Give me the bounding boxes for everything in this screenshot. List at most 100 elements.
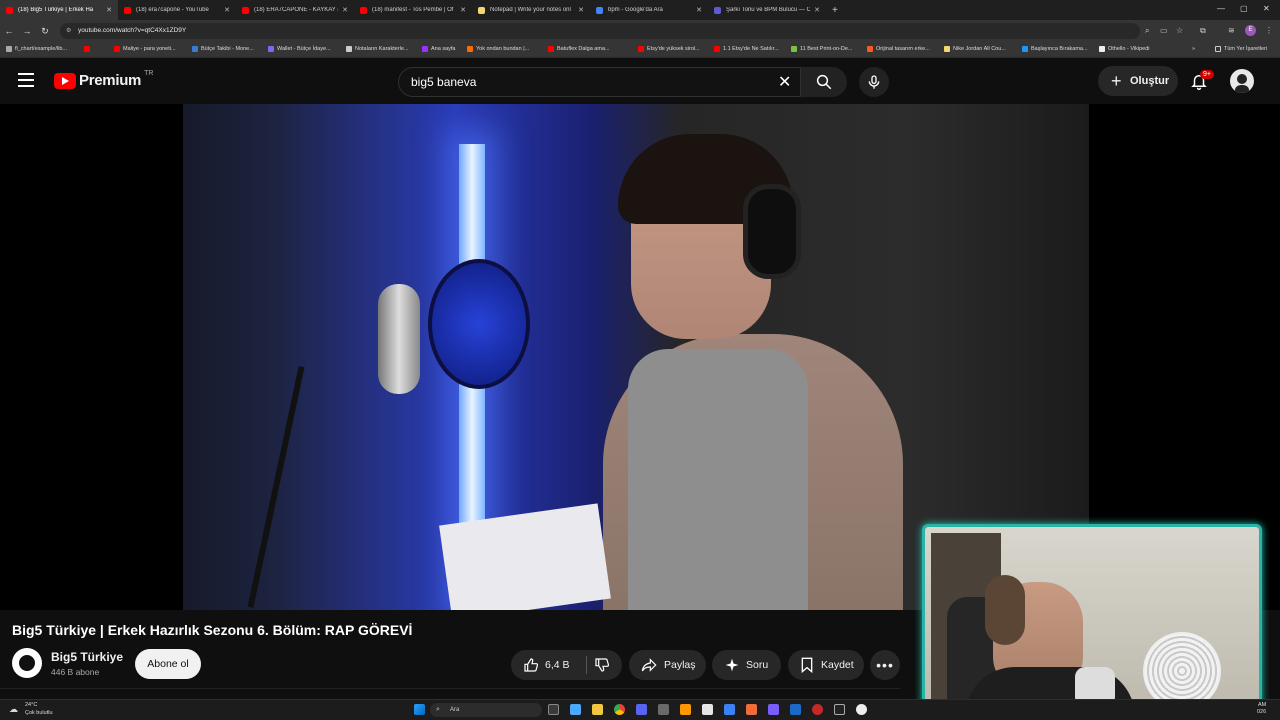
forward-icon[interactable]: →	[18, 26, 36, 36]
maximize-button[interactable]: ▢	[1240, 4, 1248, 13]
voice-search-button[interactable]	[859, 67, 889, 97]
address-bar-row: ← → ↻ ⚙ youtube.com/watch?v=qtC4Xx1ZD9Y …	[0, 20, 1280, 42]
zoom-icon[interactable]: ⌕	[1145, 26, 1149, 36]
bookmark-favicon-icon	[268, 46, 274, 52]
weather-temperature[interactable]: 24°C	[25, 702, 37, 708]
bookmark-item[interactable]: Bütçe Takibi - Mone...	[192, 46, 254, 52]
discord-icon[interactable]	[636, 704, 647, 715]
tab-close-icon[interactable]: ✕	[224, 6, 230, 14]
bookmark-item[interactable]: Orijinal tasarım erke...	[867, 46, 930, 52]
bookmarks-overflow-button[interactable]: »	[1192, 46, 1195, 52]
back-icon[interactable]: ←	[0, 26, 18, 36]
profile-avatar[interactable]: E	[1245, 25, 1256, 36]
file-explorer-icon[interactable]	[592, 704, 603, 715]
tab-close-icon[interactable]: ✕	[342, 6, 348, 14]
taskbar-app-icon-5[interactable]	[746, 704, 757, 715]
taskbar-app-icon-1[interactable]	[658, 704, 669, 715]
share-label: Paylaş	[664, 659, 696, 671]
taskbar-app-icon-7[interactable]	[812, 704, 823, 715]
bookmark-item[interactable]: Ana sayfa	[422, 46, 455, 52]
tab-close-icon[interactable]: ✕	[460, 6, 466, 14]
search-input[interactable]: big5 baneva	[398, 67, 801, 97]
like-icon[interactable]	[523, 657, 539, 673]
bookmark-item[interactable]: Notaların Karakterle...	[346, 46, 409, 52]
taskbar-search-box[interactable]: ⌕ Ara	[430, 703, 542, 717]
obs-icon[interactable]	[856, 704, 867, 715]
close-window-button[interactable]: ✕	[1263, 4, 1270, 13]
browser-menu-icon[interactable]: ⋮	[1265, 26, 1273, 35]
copilot-icon[interactable]	[570, 704, 581, 715]
create-button[interactable]: + Oluştur	[1098, 66, 1178, 96]
browser-tab[interactable]: (18) era7capone - YouTube ✕	[118, 0, 236, 20]
system-clock[interactable]: AM 026	[1257, 702, 1266, 716]
share-button[interactable]: Paylaş	[629, 650, 706, 680]
browser-tab[interactable]: Şarkı Tonu ve BPM Bulucu — C ✕	[708, 0, 826, 20]
ask-button[interactable]: Soru	[712, 650, 781, 680]
bookmark-item[interactable]: Etsy'de yüksek sirol...	[638, 46, 700, 52]
windows-start-icon[interactable]	[414, 704, 425, 715]
bookmark-label: Batuflex Dalga ama...	[557, 46, 610, 52]
steam-icon[interactable]	[790, 704, 801, 715]
bookmark-favicon-icon	[114, 46, 120, 52]
chrome-icon[interactable]	[614, 704, 625, 715]
bookmark-item[interactable]	[84, 46, 93, 52]
taskbar-app-icon-3[interactable]	[702, 704, 713, 715]
ask-label: Soru	[746, 659, 769, 671]
search-button[interactable]	[801, 67, 847, 97]
cast-icon[interactable]: ▭	[1160, 26, 1168, 35]
bookmark-item[interactable]: 11 Best Print-on-De...	[791, 46, 852, 52]
bookmark-item[interactable]: Maliye - para yoneti...	[114, 46, 176, 52]
account-avatar[interactable]	[1230, 69, 1254, 93]
bookmark-item[interactable]: Othello - Vikipedi	[1099, 46, 1149, 52]
extensions-icon[interactable]: ⧉	[1200, 26, 1206, 36]
channel-avatar[interactable]	[12, 648, 42, 678]
tab-close-icon[interactable]: ✕	[578, 6, 584, 14]
tab-close-icon[interactable]: ✕	[696, 6, 702, 14]
all-bookmarks-label: Tüm Yer İşaretleri	[1224, 46, 1268, 52]
folder-icon	[1215, 46, 1221, 52]
browser-tab[interactable]: (18) manifest - Tos Pembe | Of ✕	[354, 0, 472, 20]
youtube-premium-logo[interactable]: Premium TR	[54, 70, 153, 89]
bookmark-item[interactable]: Wallet - Bütçe İdaye...	[268, 46, 331, 52]
tab-title: (18) manifest - Tos Pembe | Of	[372, 7, 454, 13]
browser-tab[interactable]: Notepad | Write your notes onl ✕	[472, 0, 590, 20]
bookmark-item[interactable]: Batuflex Dalga ama...	[548, 46, 610, 52]
bookmark-star-icon[interactable]: ☆	[1176, 26, 1183, 35]
dislike-icon[interactable]	[594, 657, 610, 673]
taskbar-app-icon-8[interactable]	[834, 704, 845, 715]
bookmark-label: Ana sayfa	[431, 46, 456, 52]
browser-tab[interactable]: (18) Big5 Türkiye | Erkek Ha ✕	[0, 0, 118, 20]
browser-tab[interactable]: bpm - Google'da Ara ✕	[590, 0, 708, 20]
weather-description[interactable]: Çok bulutlu	[25, 710, 53, 716]
bookmark-item[interactable]: fl_chart/example/lib...	[6, 46, 67, 52]
task-view-icon[interactable]	[548, 704, 559, 715]
reload-icon[interactable]: ↻	[36, 26, 54, 37]
bookmark-item[interactable]: 1.1 Etsy'de Ne Satılır...	[714, 46, 779, 52]
subscribe-button[interactable]: Abone ol	[135, 649, 201, 679]
tab-close-icon[interactable]: ✕	[814, 6, 820, 14]
clear-search-icon[interactable]: ✕	[778, 72, 791, 92]
bookmark-favicon-icon	[346, 46, 352, 52]
bookmark-item[interactable]: Nike Jordan All Cou...	[944, 46, 1006, 52]
sidebar-icon[interactable]: ≋	[1228, 26, 1235, 35]
save-button[interactable]: Kaydet	[788, 650, 864, 680]
minimize-button[interactable]: —	[1217, 4, 1225, 13]
taskbar-app-icon-4[interactable]	[724, 704, 735, 715]
hamburger-menu-icon[interactable]	[18, 73, 34, 87]
browser-tab[interactable]: (18) ERA7CAPONE - KAYKAY (C ✕	[236, 0, 354, 20]
taskbar-app-icon-2[interactable]	[680, 704, 691, 715]
all-bookmarks-button[interactable]: Tüm Yer İşaretleri	[1215, 46, 1267, 52]
url-input[interactable]: ⚙ youtube.com/watch?v=qtC4Xx1ZD9Y	[60, 23, 1140, 39]
bookmark-favicon-icon	[192, 46, 198, 52]
more-actions-button[interactable]: •••	[870, 650, 900, 680]
taskbar-app-icon-6[interactable]	[768, 704, 779, 715]
channel-name[interactable]: Big5 Türkiye	[51, 650, 123, 664]
like-count[interactable]: 6,4 B	[545, 650, 570, 680]
new-tab-button[interactable]: +	[832, 5, 838, 16]
bookmarks-bar: fl_chart/example/lib... Maliye - para yon…	[0, 42, 1280, 58]
weather-cloud-icon[interactable]: ☁	[9, 704, 18, 715]
bookmark-item[interactable]: Yok ondan bundan |...	[467, 46, 529, 52]
site-info-icon[interactable]: ⚙	[66, 23, 71, 39]
tab-close-icon[interactable]: ✕	[106, 6, 112, 14]
bookmark-item[interactable]: Başlayınca Bırakama...	[1022, 46, 1088, 52]
